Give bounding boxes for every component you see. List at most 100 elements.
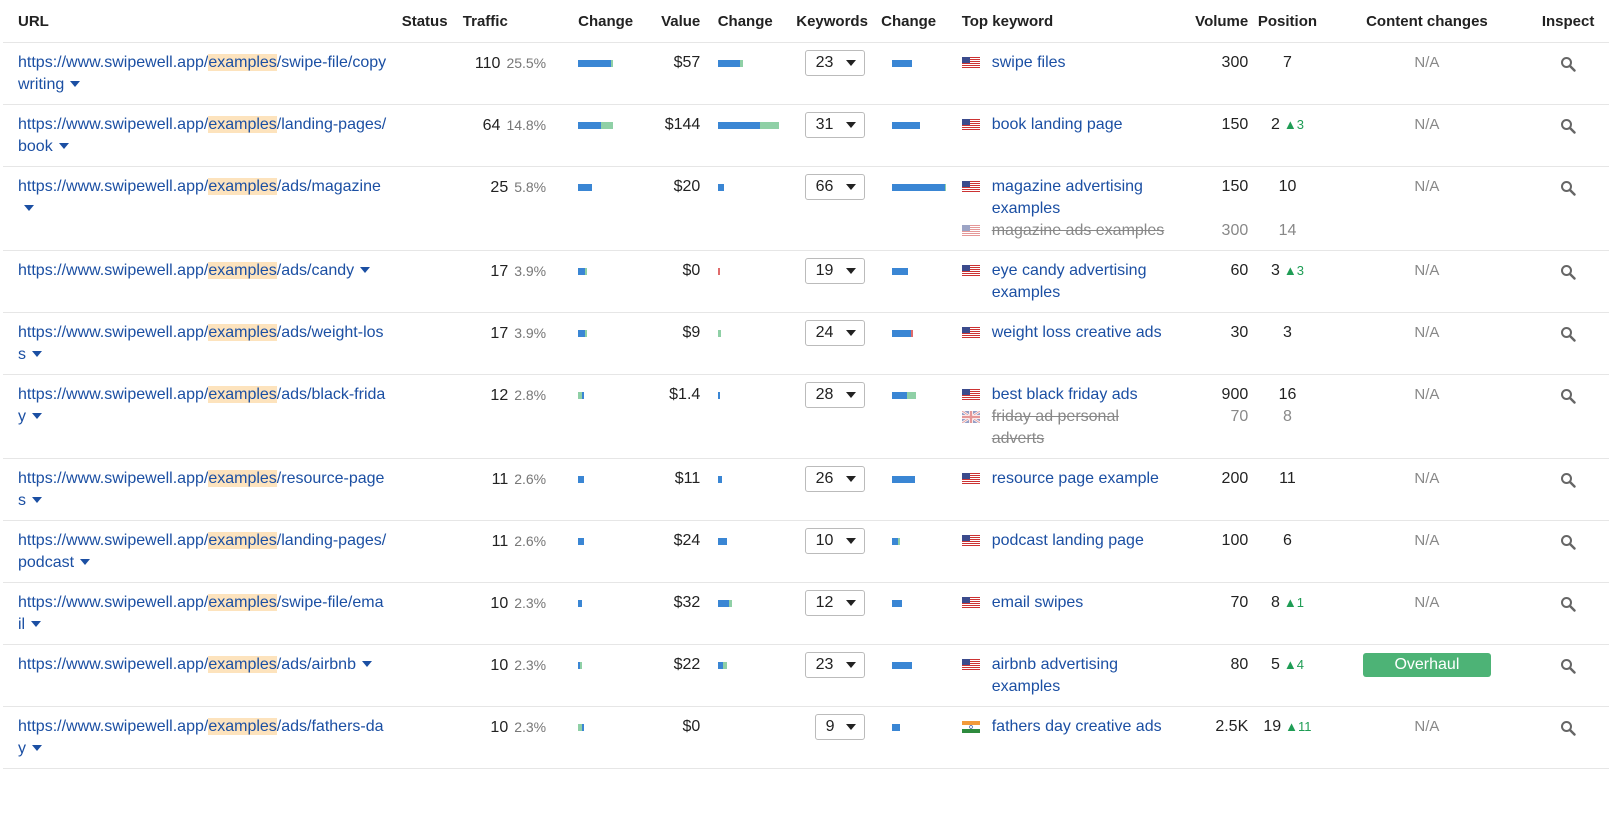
- chevron-down-icon[interactable]: [32, 413, 42, 419]
- keywords-change-cell: [881, 104, 947, 167]
- page-url-link[interactable]: https://www.swipewell.app/examples/ads/f…: [18, 718, 384, 757]
- page-url-link[interactable]: https://www.swipewell.app/examples/resou…: [18, 470, 384, 509]
- keywords-change-bar-segment: [892, 60, 913, 67]
- chevron-down-icon[interactable]: [32, 351, 42, 357]
- col-value-change[interactable]: Change: [717, 0, 784, 43]
- keyword-link[interactable]: podcast landing page: [992, 530, 1144, 552]
- search-icon: [1561, 57, 1576, 72]
- chevron-down-icon[interactable]: [70, 81, 81, 87]
- keywords-dropdown[interactable]: 23: [804, 652, 865, 678]
- keywords-dropdown[interactable]: 31: [804, 112, 865, 138]
- keyword-link[interactable]: airbnb advertising examples: [992, 654, 1174, 698]
- keywords-dropdown[interactable]: 26: [804, 466, 865, 492]
- position-value: 7: [1283, 54, 1292, 71]
- value-amount: $144: [664, 116, 701, 133]
- position-change-value: 1: [1296, 595, 1304, 610]
- keywords-count: 26: [815, 470, 834, 487]
- inspect-button[interactable]: [1560, 720, 1576, 743]
- inspect-button[interactable]: [1560, 326, 1576, 349]
- col-position[interactable]: Position: [1248, 0, 1327, 43]
- top-keyword-cell: airbnb advertising examples: [961, 644, 1175, 707]
- page-url-link[interactable]: https://www.swipewell.app/examples/landi…: [18, 116, 386, 155]
- col-content-changes[interactable]: Content changes: [1326, 0, 1528, 43]
- keyword-link[interactable]: friday ad personal adverts: [992, 406, 1174, 450]
- top-keyword-cell: magazine advertising examples magazine ad…: [961, 166, 1175, 251]
- keyword-link[interactable]: book landing page: [992, 114, 1123, 136]
- col-url[interactable]: URL: [3, 0, 387, 43]
- chevron-down-icon[interactable]: [24, 205, 34, 211]
- keywords-dropdown[interactable]: 28: [804, 382, 865, 408]
- col-volume[interactable]: Volume: [1174, 0, 1249, 43]
- chevron-down-icon[interactable]: [360, 267, 371, 273]
- keywords-dropdown[interactable]: 24: [804, 320, 865, 346]
- inspect-button[interactable]: [1560, 388, 1576, 411]
- keywords-dropdown[interactable]: 10: [804, 528, 865, 554]
- chevron-down-icon[interactable]: [32, 497, 42, 503]
- keyword-volume: 150: [1221, 178, 1249, 195]
- keywords-dropdown[interactable]: 23: [804, 50, 865, 76]
- value-change-bar: [717, 538, 783, 545]
- inspect-button[interactable]: [1560, 658, 1576, 681]
- chevron-down-icon[interactable]: [31, 621, 42, 627]
- inspect-button[interactable]: [1560, 56, 1576, 79]
- keyword-position: 14: [1248, 220, 1326, 242]
- inspect-button[interactable]: [1560, 264, 1576, 287]
- keywords-count: 28: [815, 386, 834, 403]
- value-change-bar-segment: [717, 122, 760, 129]
- inspect-button[interactable]: [1560, 472, 1576, 495]
- page-url-link[interactable]: https://www.swipewell.app/examples/swipe…: [18, 54, 386, 93]
- page-url-link[interactable]: https://www.swipewell.app/examples/swipe…: [18, 594, 384, 633]
- keyword-link[interactable]: swipe files: [992, 52, 1066, 74]
- page-url-link[interactable]: https://www.swipewell.app/examples/landi…: [18, 532, 386, 571]
- keywords-dropdown[interactable]: 9: [814, 714, 865, 740]
- col-traffic-change[interactable]: Change: [528, 0, 633, 43]
- keywords-change-cell: [881, 458, 947, 521]
- col-traffic[interactable]: Traffic: [462, 0, 529, 43]
- page-url-link[interactable]: https://www.swipewell.app/examples/ads/a…: [18, 656, 372, 673]
- inspect-button[interactable]: [1560, 534, 1576, 557]
- chevron-down-icon[interactable]: [80, 559, 91, 565]
- col-inspect[interactable]: Inspect: [1527, 0, 1609, 43]
- traffic-value: 10: [490, 719, 509, 736]
- traffic-change-bar-segment: [582, 392, 585, 399]
- content-changes-cell: N/A: [1326, 250, 1528, 313]
- col-keywords[interactable]: Keywords: [783, 0, 882, 43]
- keywords-dropdown[interactable]: 19: [804, 258, 865, 284]
- keyword-link[interactable]: weight loss creative ads: [992, 322, 1162, 344]
- keyword-link[interactable]: magazine advertising examples: [992, 176, 1174, 220]
- keywords-dropdown[interactable]: 12: [804, 590, 865, 616]
- page-url-link[interactable]: https://www.swipewell.app/examples/ads/b…: [18, 386, 385, 425]
- traffic-value: 11: [491, 533, 509, 550]
- content-changes-cell: N/A: [1326, 582, 1528, 645]
- content-change-badge[interactable]: Overhaul: [1362, 653, 1491, 677]
- traffic-change-bar: [578, 330, 613, 337]
- keyword-link[interactable]: magazine ads examples: [992, 220, 1165, 242]
- page-url-link[interactable]: https://www.swipewell.app/examples/ads/c…: [18, 262, 371, 279]
- value-change-bar-segment: [739, 60, 743, 67]
- keyword-link[interactable]: fathers day creative ads: [992, 716, 1162, 738]
- volume-cell: 80: [1174, 644, 1249, 707]
- col-keywords-change[interactable]: Change: [881, 0, 947, 43]
- traffic-value: 110: [474, 55, 501, 72]
- volume-cell: 70: [1174, 582, 1249, 645]
- content-changes-cell: Overhaul: [1326, 644, 1528, 707]
- page-url-link[interactable]: https://www.swipewell.app/examples/ads/w…: [18, 324, 384, 363]
- inspect-button[interactable]: [1560, 118, 1576, 141]
- url-suffix: /ads/magazine: [276, 178, 381, 195]
- keyword-position: 11: [1248, 468, 1326, 490]
- traffic-change-bar-segment: [578, 184, 593, 191]
- chevron-down-icon[interactable]: [58, 143, 69, 149]
- chevron-down-icon[interactable]: [361, 661, 372, 667]
- inspect-button[interactable]: [1560, 180, 1576, 203]
- traffic-value: 64: [482, 117, 501, 134]
- keywords-dropdown[interactable]: 66: [804, 174, 865, 200]
- chevron-down-icon[interactable]: [32, 745, 42, 751]
- inspect-button[interactable]: [1560, 596, 1576, 619]
- keyword-link[interactable]: email swipes: [992, 592, 1084, 614]
- col-top-keyword[interactable]: Top keyword: [961, 0, 1175, 43]
- keyword-link[interactable]: best black friday ads: [992, 384, 1138, 406]
- page-url-link[interactable]: https://www.swipewell.app/examples/ads/m…: [18, 178, 381, 217]
- keyword-link[interactable]: eye candy advertising examples: [992, 260, 1174, 304]
- col-status[interactable]: Status: [386, 0, 463, 43]
- keyword-link[interactable]: resource page example: [992, 468, 1159, 490]
